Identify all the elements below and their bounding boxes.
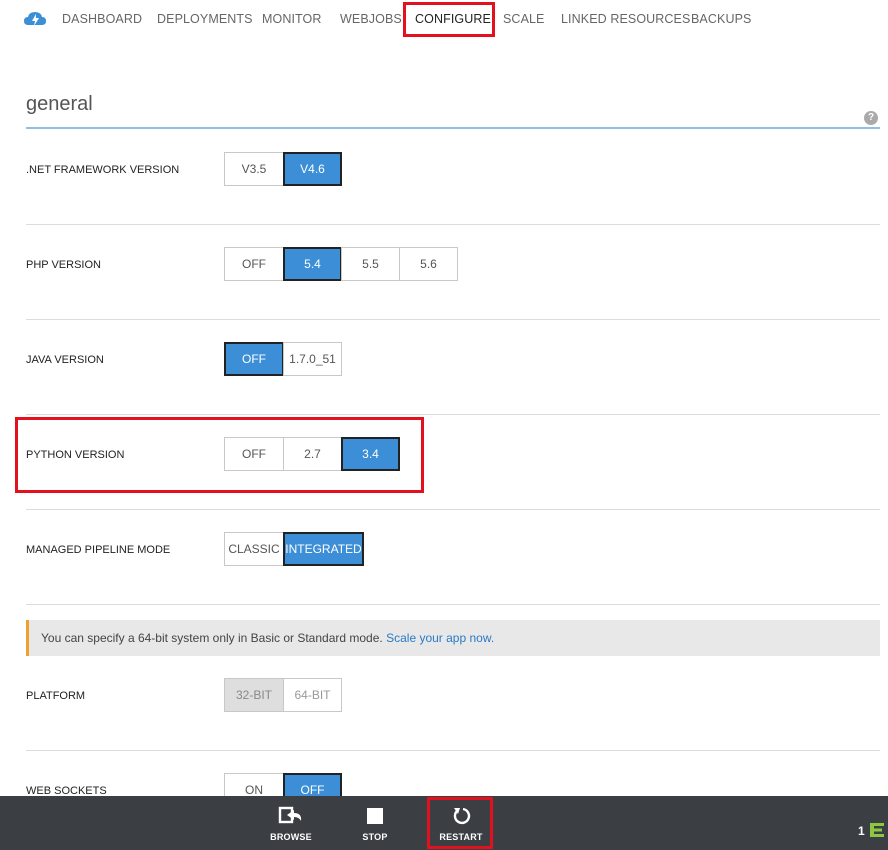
divider	[26, 224, 880, 225]
nav-linked-resources[interactable]: LINKED RESOURCES	[561, 12, 690, 26]
net-framework-label: .NET FRAMEWORK VERSION	[26, 164, 180, 176]
php-option-56[interactable]: 5.6	[399, 247, 458, 281]
java-version-label: JAVA VERSION	[26, 354, 104, 366]
python-highlight-box	[15, 417, 424, 493]
divider	[26, 319, 880, 320]
configure-highlight-box	[403, 2, 495, 37]
nav-monitor[interactable]: MONITOR	[262, 12, 322, 26]
java-option-1-7-0-51[interactable]: 1.7.0_51	[283, 342, 342, 376]
browse-button[interactable]: BROWSE	[262, 796, 320, 850]
pipeline-option-classic[interactable]: CLASSIC	[224, 532, 284, 566]
pipeline-mode-label: MANAGED PIPELINE MODE	[26, 544, 171, 556]
platform-label: PLATFORM	[26, 690, 86, 702]
php-version-label: PHP VERSION	[26, 259, 101, 271]
help-icon[interactable]: ?	[864, 111, 878, 125]
java-option-off[interactable]: OFF	[224, 342, 284, 376]
net-option-v35[interactable]: V3.5	[224, 152, 284, 186]
net-framework-toggle: V3.5 V4.6	[224, 152, 342, 186]
php-option-off[interactable]: OFF	[224, 247, 284, 281]
platform-option-32bit: 32-BIT	[224, 678, 284, 712]
java-version-toggle: OFF 1.7.0_51	[224, 342, 342, 376]
php-option-55[interactable]: 5.5	[341, 247, 400, 281]
pipeline-option-integrated[interactable]: INTEGRATED	[283, 532, 364, 566]
divider	[26, 604, 880, 605]
stop-icon	[367, 808, 383, 824]
scale-app-link[interactable]: Scale your app now.	[386, 631, 494, 645]
platform-toggle: 32-BIT 64-BIT	[224, 678, 342, 712]
divider	[26, 414, 880, 415]
php-option-54[interactable]: 5.4	[283, 247, 342, 281]
section-title: general	[26, 93, 93, 115]
azure-cloud-icon[interactable]	[24, 9, 48, 29]
divider	[26, 509, 880, 510]
browse-icon	[278, 806, 302, 824]
browse-label: BROWSE	[270, 832, 312, 842]
stop-label: STOP	[362, 832, 388, 842]
divider	[26, 750, 880, 751]
platform-option-64bit: 64-BIT	[283, 678, 342, 712]
corner-logo: 1	[858, 822, 886, 838]
nav-webjobs[interactable]: WEBJOBS	[340, 12, 402, 26]
restart-highlight-box	[427, 797, 493, 849]
nav-dashboard[interactable]: DASHBOARD	[62, 12, 142, 26]
section-title-rule	[26, 127, 880, 129]
nav-scale[interactable]: SCALE	[503, 12, 545, 26]
nav-deployments[interactable]: DEPLOYMENTS	[157, 12, 253, 26]
pipeline-mode-toggle: CLASSIC INTEGRATED	[224, 532, 364, 566]
php-version-toggle: OFF 5.4 5.5 5.6	[224, 247, 458, 281]
brand-mark-icon	[870, 823, 885, 837]
corner-number: 1	[858, 824, 865, 838]
notice-text: You can specify a 64-bit system only in …	[41, 631, 383, 645]
nav-backups[interactable]: BACKUPS	[691, 12, 751, 26]
platform-notice: You can specify a 64-bit system only in …	[26, 620, 880, 656]
net-option-v46[interactable]: V4.6	[283, 152, 342, 186]
stop-button[interactable]: STOP	[350, 796, 400, 850]
